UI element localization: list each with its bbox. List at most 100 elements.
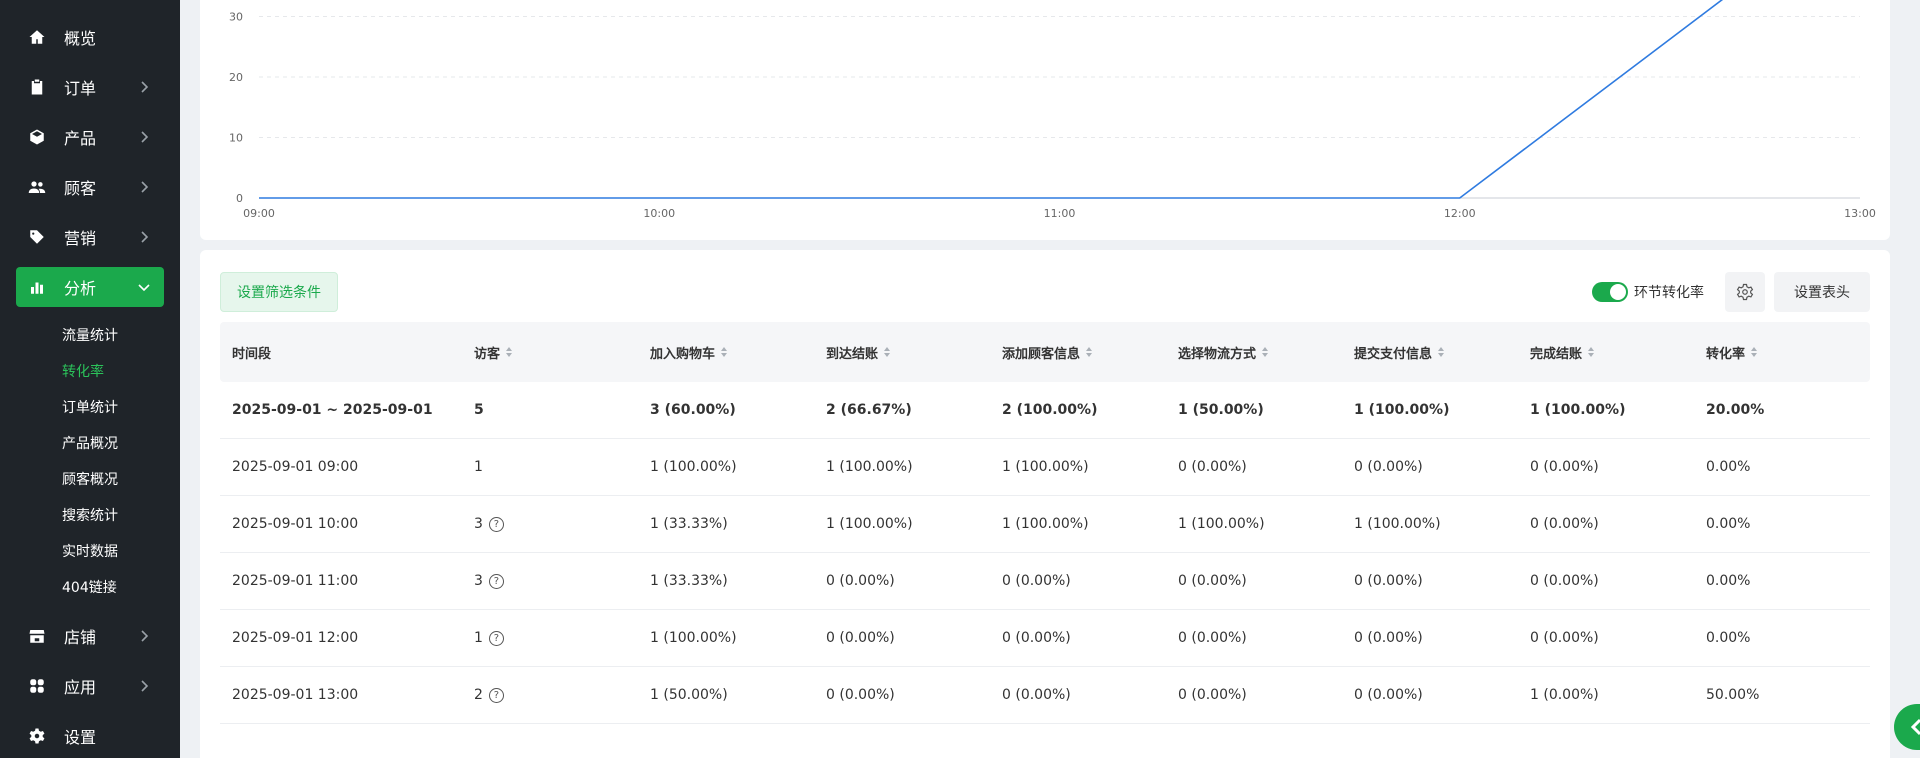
table-cell-value: 2 (66.67%)	[826, 402, 912, 418]
table-cell: 1 (100.00%)	[826, 496, 913, 552]
table-cell-value: 1 (0.00%)	[1530, 687, 1599, 703]
chevron-right-icon	[136, 678, 152, 694]
table-cell: 0 (0.00%)	[1002, 553, 1071, 609]
sub-item-search-stats[interactable]: 搜索统计	[62, 505, 118, 525]
sort-icon[interactable]	[1751, 347, 1758, 357]
table-cell: 0 (0.00%)	[826, 610, 895, 666]
sidebar-item-label: 产品	[64, 129, 97, 148]
table-cell: 3 (60.00%)	[650, 382, 736, 438]
table-cell-value: 1	[474, 630, 483, 646]
column-header[interactable]: 加入购物车	[650, 322, 728, 382]
chevron-right-icon	[136, 628, 152, 644]
sidebar-item-analytics[interactable]: 分析	[16, 267, 164, 307]
column-header[interactable]: 添加顾客信息	[1002, 322, 1093, 382]
table-cell: 0 (0.00%)	[1178, 439, 1247, 495]
collapse-panel-button[interactable]	[1894, 704, 1920, 750]
table-cell: 1 (100.00%)	[1354, 382, 1449, 438]
sub-item-realtime[interactable]: 实时数据	[62, 541, 118, 561]
column-header[interactable]: 访客	[474, 322, 513, 382]
sort-icon[interactable]	[1438, 347, 1445, 357]
table-cell-value: 0 (0.00%)	[1530, 459, 1599, 475]
set-filter-button[interactable]: 设置筛选条件	[220, 272, 338, 312]
table-cell: 1 (33.33%)	[650, 553, 728, 609]
step-conversion-toggle[interactable]	[1592, 282, 1628, 302]
sort-icon[interactable]	[884, 347, 891, 357]
column-header[interactable]: 选择物流方式	[1178, 322, 1269, 382]
table-cell: 0 (0.00%)	[826, 667, 895, 723]
column-header[interactable]: 到达结账	[826, 322, 891, 382]
table-cell: 1 (0.00%)	[1530, 667, 1599, 723]
sub-item-traffic[interactable]: 流量统计	[62, 325, 118, 345]
bar-chart-icon	[28, 278, 46, 296]
column-header[interactable]: 转化率	[1706, 322, 1758, 382]
table-cell: 1 (100.00%)	[650, 439, 737, 495]
table-cell-value: 1 (33.33%)	[650, 516, 728, 532]
table-cell: 5	[474, 382, 484, 438]
sidebar-item-products[interactable]: 产品	[16, 117, 164, 157]
sidebar-item-overview[interactable]: 概览	[16, 17, 164, 57]
sort-icon[interactable]	[1262, 347, 1269, 357]
x-tick-label: 10:00	[643, 207, 675, 220]
sub-item-404-links[interactable]: 404链接	[62, 577, 117, 597]
sidebar-item-orders[interactable]: 订单	[16, 67, 164, 107]
table-cell: 1 (100.00%)	[1002, 496, 1089, 552]
table-cell: 1 (100.00%)	[1178, 496, 1265, 552]
table-cell-value: 2	[474, 687, 483, 703]
table-cell-value: 0.00%	[1706, 459, 1751, 475]
table-cell: 2025-09-01 12:00	[232, 610, 358, 666]
sub-item-customer-overview[interactable]: 顾客概况	[62, 469, 118, 489]
table-settings-button[interactable]	[1725, 272, 1765, 312]
sort-icon[interactable]	[721, 347, 728, 357]
table-cell: 0 (0.00%)	[826, 553, 895, 609]
table-cell-value: 0 (0.00%)	[1530, 573, 1599, 589]
table-cell-value: 1 (50.00%)	[650, 687, 728, 703]
sidebar-item-settings[interactable]: 设置	[16, 716, 164, 756]
y-tick-label: 30	[229, 11, 243, 24]
sort-icon[interactable]	[506, 347, 513, 357]
table-cell: 3?	[474, 496, 504, 552]
sub-item-conversion[interactable]: 转化率	[62, 361, 104, 381]
table-cell-value: 5	[474, 402, 484, 418]
table-cell: 0 (0.00%)	[1354, 553, 1423, 609]
y-tick-label: 0	[236, 192, 243, 205]
set-table-header-button[interactable]: 设置表头	[1774, 272, 1870, 312]
help-icon[interactable]: ?	[488, 573, 504, 589]
chevron-right-icon	[136, 229, 152, 245]
sort-icon[interactable]	[1086, 347, 1093, 357]
table-cell-value: 0 (0.00%)	[1178, 687, 1247, 703]
users-icon	[28, 178, 46, 196]
help-icon[interactable]: ?	[488, 630, 504, 646]
table-cell-value: 3 (60.00%)	[650, 402, 736, 418]
table-cell: 2?	[474, 667, 504, 723]
column-header-label: 到达结账	[826, 346, 879, 362]
table-cell-value: 20.00%	[1706, 402, 1765, 418]
sidebar-item-store[interactable]: 店铺	[16, 616, 164, 656]
sidebar-item-marketing[interactable]: 营销	[16, 217, 164, 257]
table-cell: 1 (100.00%)	[650, 610, 737, 666]
table-cell-value: 1 (100.00%)	[1530, 402, 1626, 418]
help-icon[interactable]: ?	[488, 516, 504, 532]
table-cell-value: 0.00%	[1706, 516, 1751, 532]
sidebar-item-customers[interactable]: 顾客	[16, 167, 164, 207]
table-cell: 0 (0.00%)	[1002, 667, 1071, 723]
column-header-label: 转化率	[1706, 346, 1746, 362]
sidebar-item-apps[interactable]: 应用	[16, 666, 164, 706]
table-cell-value: 2025-09-01 ~ 2025-09-01	[232, 402, 433, 418]
column-header[interactable]: 完成结账	[1530, 322, 1595, 382]
sub-item-product-overview[interactable]: 产品概况	[62, 433, 118, 453]
table-cell-value: 1 (100.00%)	[1354, 402, 1450, 418]
help-icon[interactable]: ?	[488, 687, 504, 703]
x-tick-label: 11:00	[1044, 207, 1076, 220]
table-cell-value: 0 (0.00%)	[1530, 516, 1599, 532]
table-cell: 0 (0.00%)	[1530, 439, 1599, 495]
table-cell: 20.00%	[1706, 382, 1764, 438]
table-cell: 0.00%	[1706, 496, 1750, 552]
chevron-right-icon	[136, 129, 152, 145]
table-cell: 0.00%	[1706, 439, 1750, 495]
sidebar-item-label: 应用	[64, 678, 97, 697]
column-header[interactable]: 提交支付信息	[1354, 322, 1445, 382]
sub-item-orders-stats[interactable]: 订单统计	[62, 397, 118, 417]
table-cell-value: 0 (0.00%)	[1354, 630, 1423, 646]
table-cell-value: 1 (100.00%)	[826, 459, 913, 475]
sort-icon[interactable]	[1588, 347, 1595, 357]
